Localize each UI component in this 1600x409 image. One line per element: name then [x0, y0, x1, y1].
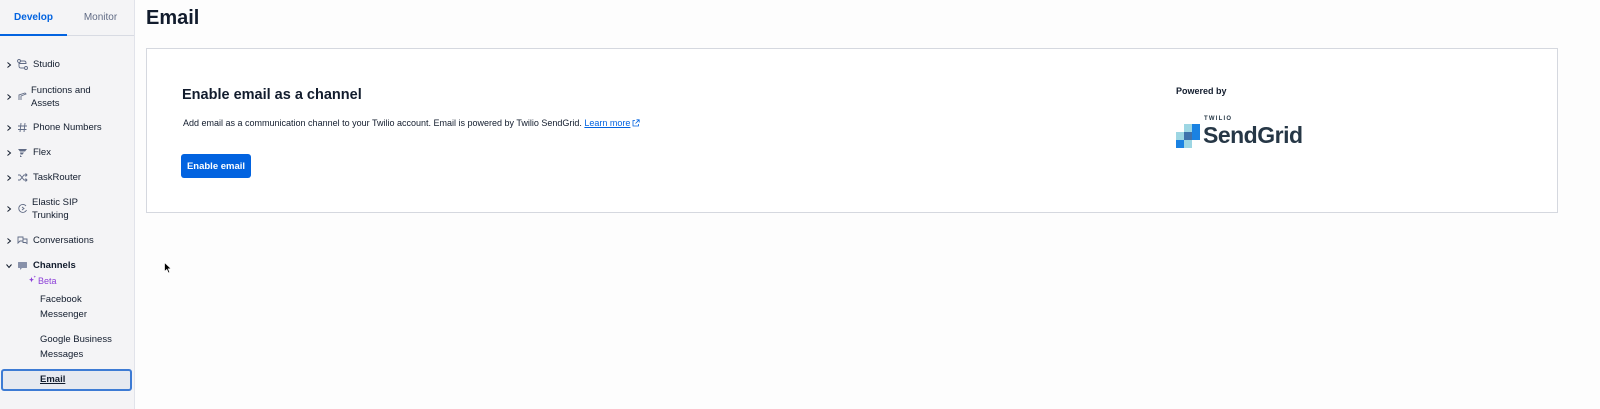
sidebar: Develop Monitor Studio Functions and Asse…	[0, 0, 135, 409]
sendgrid-mark-icon	[1176, 124, 1200, 148]
card-description-text: Add email as a communication channel to …	[183, 118, 582, 128]
chevron-right-icon	[6, 94, 12, 100]
chevron-right-icon	[6, 124, 12, 131]
sparkle-icon	[28, 275, 37, 286]
chevron-right-icon	[6, 174, 12, 181]
sidebar-tabs: Develop Monitor	[0, 0, 134, 36]
sidebar-subitem-email[interactable]: Email	[1, 369, 132, 391]
sip-icon	[17, 203, 28, 214]
logo-sendgrid-text: SendGrid	[1203, 122, 1303, 148]
sendgrid-logo: TWILIO SendGrid	[1176, 116, 1306, 148]
mouse-cursor-icon	[164, 262, 172, 274]
sidebar-item-channels[interactable]: Channels	[0, 259, 135, 272]
sidebar-item-flex[interactable]: Flex	[0, 146, 135, 159]
card-description: Add email as a communication channel to …	[183, 118, 641, 128]
sidebar-item-label: Flex	[33, 147, 51, 158]
beta-badge: Beta	[28, 275, 57, 286]
enable-email-button[interactable]: Enable email	[181, 154, 251, 178]
tab-develop[interactable]: Develop	[0, 0, 67, 36]
chevron-right-icon	[6, 237, 12, 244]
chevron-right-icon	[6, 149, 12, 156]
subitem-label-line2: Messages	[40, 349, 84, 360]
card-title: Enable email as a channel	[182, 87, 362, 103]
sidebar-item-studio[interactable]: Studio	[0, 58, 135, 71]
studio-icon	[17, 59, 28, 70]
channels-icon	[17, 260, 28, 271]
sidebar-item-taskrouter[interactable]: TaskRouter	[0, 171, 135, 184]
taskrouter-icon	[17, 172, 28, 183]
sidebar-item-label-line2: Trunking	[32, 210, 69, 221]
page-title: Email	[146, 7, 200, 29]
sidebar-item-label-line1: Elastic SIP	[32, 197, 78, 208]
subitem-label-line2: Messenger	[40, 309, 87, 320]
sidebar-item-label: Conversations	[33, 235, 94, 246]
sidebar-item-functions[interactable]: Functions and Assets	[0, 84, 135, 110]
learn-more-label: Learn more	[584, 118, 631, 128]
sidebar-item-label: TaskRouter	[33, 172, 82, 183]
enable-email-card: Enable email as a channel Add email as a…	[146, 48, 1558, 213]
sidebar-item-label-line1: Functions and	[31, 85, 91, 96]
sidebar-item-conversations[interactable]: Conversations	[0, 234, 135, 247]
beta-label: Beta	[38, 275, 57, 286]
chevron-right-icon	[6, 61, 12, 68]
subitem-label-line1: Facebook	[40, 294, 82, 305]
subitem-label-line1: Google Business	[40, 334, 112, 345]
external-link-icon[interactable]	[632, 119, 641, 127]
sidebar-item-label: Studio	[33, 59, 60, 70]
chevron-down-icon	[6, 263, 12, 269]
sidebar-item-label-line2: Assets	[31, 98, 60, 109]
sidebar-item-phone-numbers[interactable]: Phone Numbers	[0, 121, 135, 134]
learn-more-link[interactable]: Learn more	[584, 118, 630, 128]
sidebar-item-label: Channels	[33, 260, 76, 271]
chevron-right-icon	[6, 206, 12, 212]
powered-by-label: Powered by	[1176, 86, 1227, 96]
conversations-icon	[17, 235, 28, 246]
flex-icon	[17, 147, 28, 158]
sidebar-subitem-google-business-messages[interactable]: Google Business Messages	[40, 332, 130, 362]
sidebar-subitem-facebook-messenger[interactable]: Facebook Messenger	[40, 292, 130, 322]
sidebar-item-elastic-sip[interactable]: Elastic SIP Trunking	[0, 196, 135, 222]
sidebar-item-label: Phone Numbers	[33, 122, 102, 133]
tab-monitor[interactable]: Monitor	[67, 0, 134, 35]
hash-icon	[17, 122, 28, 133]
subitem-label: Email	[40, 374, 66, 385]
functions-icon	[17, 91, 28, 102]
